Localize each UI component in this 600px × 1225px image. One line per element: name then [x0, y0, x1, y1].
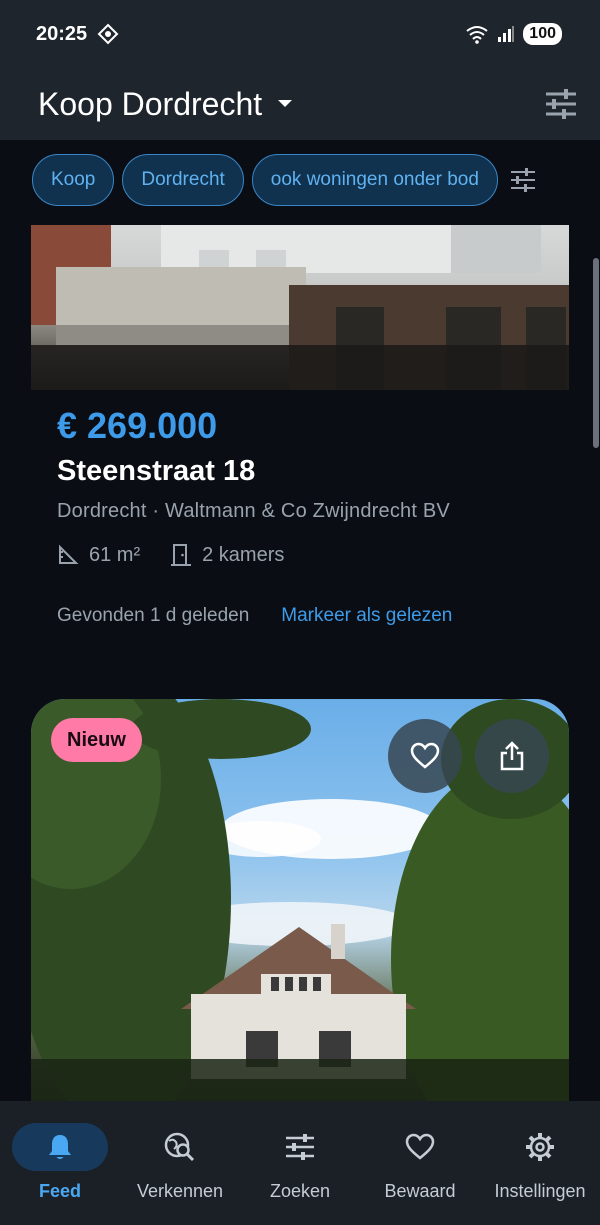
door-rooms-icon: [171, 544, 192, 566]
page-title: Koop Dordrecht: [38, 85, 263, 122]
mark-as-read-button[interactable]: Markeer als gelezen: [281, 605, 452, 627]
listing-specs: 61 m² 2 kamers: [57, 543, 577, 567]
chip-onder-bod[interactable]: ook woningen onder bod: [251, 154, 498, 206]
status-time: 20:25: [36, 22, 88, 45]
nav-feed[interactable]: Feed: [0, 1123, 120, 1202]
status-bar: 20:25 100: [0, 0, 600, 68]
listing-area: 61 m²: [89, 543, 141, 566]
listing-found-time: Gevonden 1 d geleden: [57, 605, 250, 626]
bottom-navigation: Feed Verkennen Zoeken Bewaard Instelling…: [0, 1101, 600, 1225]
filter-chip-row: Koop Dordrecht ook woningen onder bod: [32, 153, 600, 207]
explore-search-icon: [164, 1132, 195, 1162]
listing-1-details[interactable]: € 269.000 Steenstraat 18 Dordrecht · Wal…: [57, 405, 577, 627]
nav-label-verkennen: Verkennen: [136, 1181, 224, 1201]
building-rooftop-image: [31, 225, 569, 390]
nav-label-feed: Feed: [38, 1181, 81, 1201]
signal-icon: [498, 26, 515, 42]
share-icon: [500, 741, 524, 771]
battery-indicator: 100: [523, 23, 562, 45]
chip-dordrecht[interactable]: Dordrecht: [122, 154, 244, 206]
area-ruler-icon: [59, 544, 79, 564]
scrollbar[interactable]: [593, 258, 599, 448]
nav-label-instellingen: Instellingen: [494, 1181, 586, 1201]
app-bar: Koop Dordrecht: [0, 68, 600, 140]
heart-icon: [405, 1133, 435, 1160]
new-badge: Nieuw: [51, 718, 142, 762]
listing-location-agent: Dordrecht · Waltmann & Co Zwijndrecht BV: [57, 500, 450, 522]
share-button[interactable]: [475, 719, 549, 793]
nav-label-bewaard: Bewaard: [384, 1181, 456, 1201]
nav-label-zoeken: Zoeken: [269, 1181, 331, 1201]
location-diamond-icon: [97, 23, 119, 45]
listing-price: € 269.000: [57, 405, 218, 446]
nav-bewaard[interactable]: Bewaard: [360, 1123, 480, 1202]
chip-filter-icon[interactable]: [510, 168, 536, 192]
gear-icon: [526, 1133, 554, 1161]
bell-icon: [49, 1135, 71, 1159]
heart-outline-icon: [410, 742, 440, 769]
favorite-button[interactable]: [388, 719, 462, 793]
chip-koop[interactable]: Koop: [32, 154, 115, 206]
filter-settings-icon[interactable]: [544, 89, 578, 119]
nav-verkennen[interactable]: Verkennen: [120, 1123, 240, 1202]
search-title-dropdown[interactable]: Koop Dordrecht: [38, 86, 294, 123]
dropdown-arrow-icon: [278, 100, 293, 107]
sliders-icon: [286, 1134, 314, 1160]
listing-1-photo[interactable]: [31, 225, 569, 390]
wifi-icon: [466, 26, 488, 44]
nav-zoeken[interactable]: Zoeken: [240, 1123, 360, 1202]
listing-address: Steenstraat 18: [57, 455, 256, 487]
nav-instellingen[interactable]: Instellingen: [480, 1123, 600, 1202]
listing-rooms: 2 kamers: [202, 543, 285, 566]
